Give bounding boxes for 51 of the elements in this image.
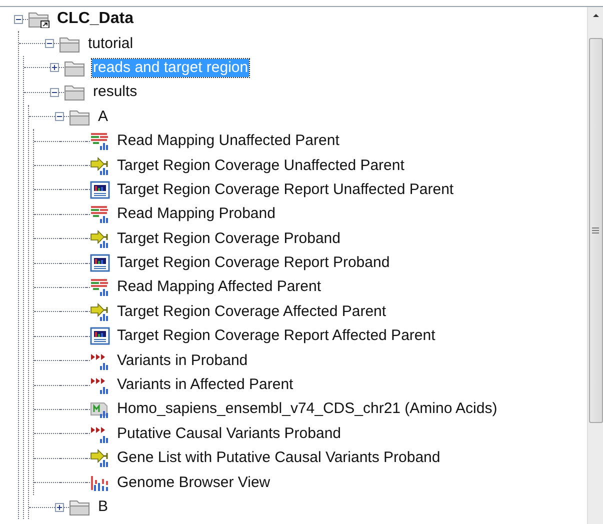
node-label[interactable]: A [97,108,110,126]
scroll-thumb[interactable] [588,38,602,423]
collapse-icon[interactable] [55,112,64,122]
arrow-track-icon [90,302,110,321]
node-label[interactable]: Read Mapping Affected Parent [116,278,322,296]
collapse-icon[interactable] [14,14,23,24]
node-label[interactable]: tutorial [87,34,134,53]
node-label[interactable]: Target Region Coverage Proband [116,230,342,248]
folder-icon [59,34,81,53]
read-mapping-icon [90,132,110,150]
node-label[interactable]: Target Region Coverage Unaffected Parent [116,156,406,175]
scrollbar[interactable] [587,7,603,524]
node-label[interactable]: CLC_Data [56,10,134,28]
report-icon [90,254,110,272]
node-label[interactable]: Variants in Proband [116,352,249,370]
grip-icon [592,227,599,234]
report-icon [90,327,110,346]
report-icon [90,180,110,199]
folder-icon [64,58,86,77]
node-label[interactable]: Homo_sapiens_ensembl_v74_CDS_chr21 (Amino Acids) [116,400,498,418]
node-label[interactable]: Variants in Affected Parent [116,376,294,394]
expand-icon[interactable] [50,63,59,72]
node-label[interactable]: Target Region Coverage Report Unaffected Parent [116,180,455,199]
read-mapping-icon [90,205,110,224]
arrow-track-icon [90,156,110,175]
node-label[interactable]: Gene List with Putative Causal Variants Proband [116,449,442,468]
variants-icon [90,376,110,394]
read-mapping-icon [90,278,110,296]
genome-browser-icon [90,474,110,492]
node-label[interactable]: Genome Browser View [116,474,272,492]
shortcut-folder-icon [28,10,50,28]
node-label[interactable]: Read Mapping Unaffected Parent [116,132,340,150]
collapse-icon[interactable] [45,39,54,48]
folder-icon [69,108,91,126]
protein-sequence-icon [90,400,110,418]
node-label[interactable]: results [92,83,138,102]
node-label[interactable]: Target Region Coverage Report Affected Parent [116,327,436,346]
variants-icon [90,352,110,370]
node-label[interactable]: Target Region Coverage Report Proband [116,254,391,272]
scroll-up-icon[interactable] [592,12,600,18]
collapse-icon[interactable] [50,88,59,97]
folder-icon [69,498,91,516]
node-label[interactable]: Read Mapping Proband [116,205,276,224]
node-label[interactable]: Target Region Coverage Affected Parent [116,302,388,321]
expand-icon[interactable] [55,502,64,512]
arrow-track-icon [90,449,110,468]
arrow-track-icon [90,230,110,248]
variants-icon [90,424,110,443]
node-label[interactable]: Putative Causal Variants Proband [116,424,342,443]
node-label[interactable]: B [97,498,110,516]
folder-icon [64,83,86,102]
